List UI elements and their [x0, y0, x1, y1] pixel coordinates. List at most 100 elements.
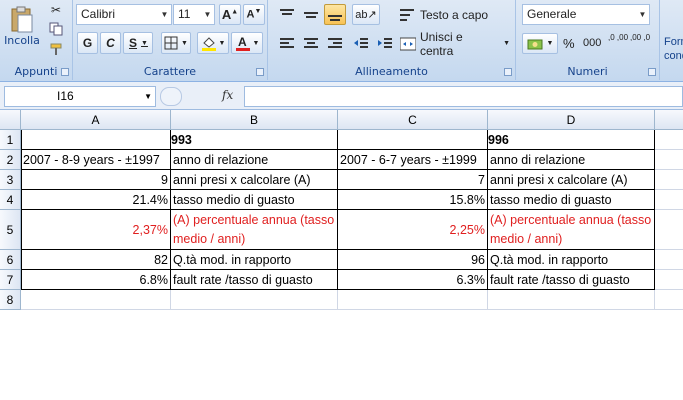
cell-d7[interactable]: fault rate /tasso di guasto — [488, 270, 655, 290]
shrink-font-button[interactable]: A▼ — [243, 4, 265, 25]
row-header-6[interactable]: 6 — [0, 250, 21, 270]
merge-center-label: Unisci e centra — [419, 29, 463, 58]
formula-input[interactable] — [244, 86, 683, 107]
number-format-combo[interactable]: Generale ▼ — [522, 4, 650, 25]
name-box[interactable]: I16 ▼ — [4, 86, 156, 107]
merge-center-button[interactable]: Unisci e centra ▼ — [400, 30, 510, 58]
copy-button[interactable] — [46, 20, 66, 38]
font-name-combo[interactable]: Calibri ▼ — [76, 4, 172, 25]
increase-decimal-button[interactable]: ,0 ,00 — [608, 33, 628, 42]
font-dialog-launcher[interactable] — [256, 68, 264, 76]
conditional-format-label-1[interactable]: Form — [664, 36, 683, 48]
grow-font-button[interactable]: A▲ — [219, 4, 241, 25]
clipboard-dialog-launcher[interactable] — [61, 68, 69, 76]
conditional-format-label-2[interactable]: cond — [664, 50, 683, 62]
row-header-3[interactable]: 3 — [0, 170, 21, 190]
cell-d6[interactable]: Q.tà mod. in rapporto — [488, 250, 655, 270]
column-header-b[interactable]: B — [171, 110, 338, 130]
cell-a7[interactable]: 6.8% — [21, 270, 171, 290]
align-left-button[interactable] — [276, 33, 298, 54]
number-dialog-launcher[interactable] — [648, 68, 656, 76]
column-header-a[interactable]: A — [21, 110, 171, 130]
thousands-button[interactable]: 000 — [583, 37, 601, 49]
cell-b4[interactable]: tasso medio di guasto — [171, 190, 338, 210]
wrap-text-button[interactable]: Testo a capo — [400, 4, 490, 25]
select-all-corner[interactable] — [0, 110, 21, 130]
cell-b1[interactable]: 993 — [171, 130, 338, 150]
align-right-button[interactable] — [324, 33, 346, 54]
cell-c6[interactable]: 96 — [338, 250, 488, 270]
shrink-font-icon: A▼ — [246, 8, 262, 21]
column-header-c[interactable]: C — [338, 110, 488, 130]
clipboard-group: Incolla ✂ Appunti — [0, 0, 73, 80]
cell-d2[interactable]: anno di relazione — [488, 150, 655, 170]
italic-button[interactable]: C — [100, 32, 121, 54]
chevron-down-icon: ▼ — [141, 39, 148, 47]
number-format-value: Generale — [527, 7, 577, 21]
align-middle-icon — [304, 11, 318, 18]
cell-b7[interactable]: fault rate /tasso di guasto — [171, 270, 338, 290]
cell-a1[interactable] — [21, 130, 171, 150]
column-header-e[interactable] — [655, 110, 683, 130]
cell-d4[interactable]: tasso medio di guasto — [488, 190, 655, 210]
cell-c5[interactable]: 2,25% — [338, 210, 488, 250]
percent-button[interactable]: % — [563, 36, 575, 51]
cell-c3[interactable]: 7 — [338, 170, 488, 190]
cell-c1[interactable] — [338, 130, 488, 150]
align-center-icon — [304, 37, 318, 48]
font-name-value: Calibri — [81, 7, 116, 21]
font-color-button[interactable]: A ▼ — [231, 32, 263, 54]
cell-d1[interactable]: 996 — [488, 130, 655, 150]
formula-bar-splitter[interactable] — [160, 87, 182, 106]
row-header-1[interactable]: 1 — [0, 130, 21, 150]
cell-d3[interactable]: anni presi x calcolare (A) — [488, 170, 655, 190]
row-header-5[interactable]: 5 — [0, 210, 21, 250]
cell-d5[interactable]: (A) percentuale annua (tasso medio / ann… — [488, 210, 655, 250]
orientation-button[interactable]: ab↗ — [352, 4, 380, 25]
underline-label: S — [129, 36, 138, 50]
gridline — [654, 290, 655, 310]
cell-b5[interactable]: (A) percentuale annua (tasso medio / ann… — [171, 210, 338, 250]
cell-a5[interactable]: 2,37% — [21, 210, 171, 250]
cell-a2[interactable]: 2007 - 8-9 years - ±1997 — [21, 150, 171, 170]
cell-b2[interactable]: anno di relazione — [171, 150, 338, 170]
underline-button[interactable]: S ▼ — [123, 32, 153, 54]
decrease-decimal-button[interactable]: ,00 ,0 — [630, 33, 650, 42]
paste-button[interactable]: Incolla — [4, 2, 40, 50]
align-bottom-button[interactable] — [324, 4, 346, 25]
fill-color-button[interactable]: ▼ — [197, 32, 229, 54]
alignment-dialog-launcher[interactable] — [504, 68, 512, 76]
cell-a3[interactable]: 9 — [21, 170, 171, 190]
bold-button[interactable]: G — [77, 32, 98, 54]
cell-c4[interactable]: 15.8% — [338, 190, 488, 210]
grow-font-icon: A▲ — [221, 7, 239, 22]
clipboard-icon — [11, 6, 33, 32]
row-header-8[interactable]: 8 — [0, 290, 21, 310]
fx-icon[interactable]: fx — [222, 88, 233, 102]
align-top-button[interactable] — [276, 4, 298, 25]
row-header-7[interactable]: 7 — [0, 270, 21, 290]
cell-b6[interactable]: Q.tà mod. in rapporto — [171, 250, 338, 270]
cell-b3[interactable]: anni presi x calcolare (A) — [171, 170, 338, 190]
cell-d1-value: 996 — [488, 132, 509, 147]
borders-button[interactable]: ▼ — [161, 32, 191, 54]
increase-indent-button[interactable] — [374, 33, 396, 54]
number-group: Generale ▼ ▼ % 000 ,0 ,00 ,00 ,0 Numeri — [516, 0, 660, 80]
cell-a6[interactable]: 82 — [21, 250, 171, 270]
align-middle-button[interactable] — [300, 4, 322, 25]
align-center-button[interactable] — [300, 33, 322, 54]
cell-c2[interactable]: 2007 - 6-7 years - ±1999 — [338, 150, 488, 170]
font-size-combo[interactable]: 11 ▼ — [173, 4, 215, 25]
row-header-2[interactable]: 2 — [0, 150, 21, 170]
chevron-down-icon: ▼ — [252, 39, 260, 47]
column-header-d[interactable]: D — [488, 110, 655, 130]
cut-button[interactable]: ✂ — [46, 1, 66, 19]
format-painter-button[interactable] — [46, 40, 66, 58]
decrease-indent-button[interactable] — [350, 33, 372, 54]
gridline — [655, 209, 683, 210]
cell-a4[interactable]: 21.4% — [21, 190, 171, 210]
cell-c7[interactable]: 6.3% — [338, 270, 488, 290]
accounting-format-button[interactable]: ▼ — [522, 33, 558, 54]
wrap-text-icon — [400, 8, 414, 21]
row-header-4[interactable]: 4 — [0, 190, 21, 210]
